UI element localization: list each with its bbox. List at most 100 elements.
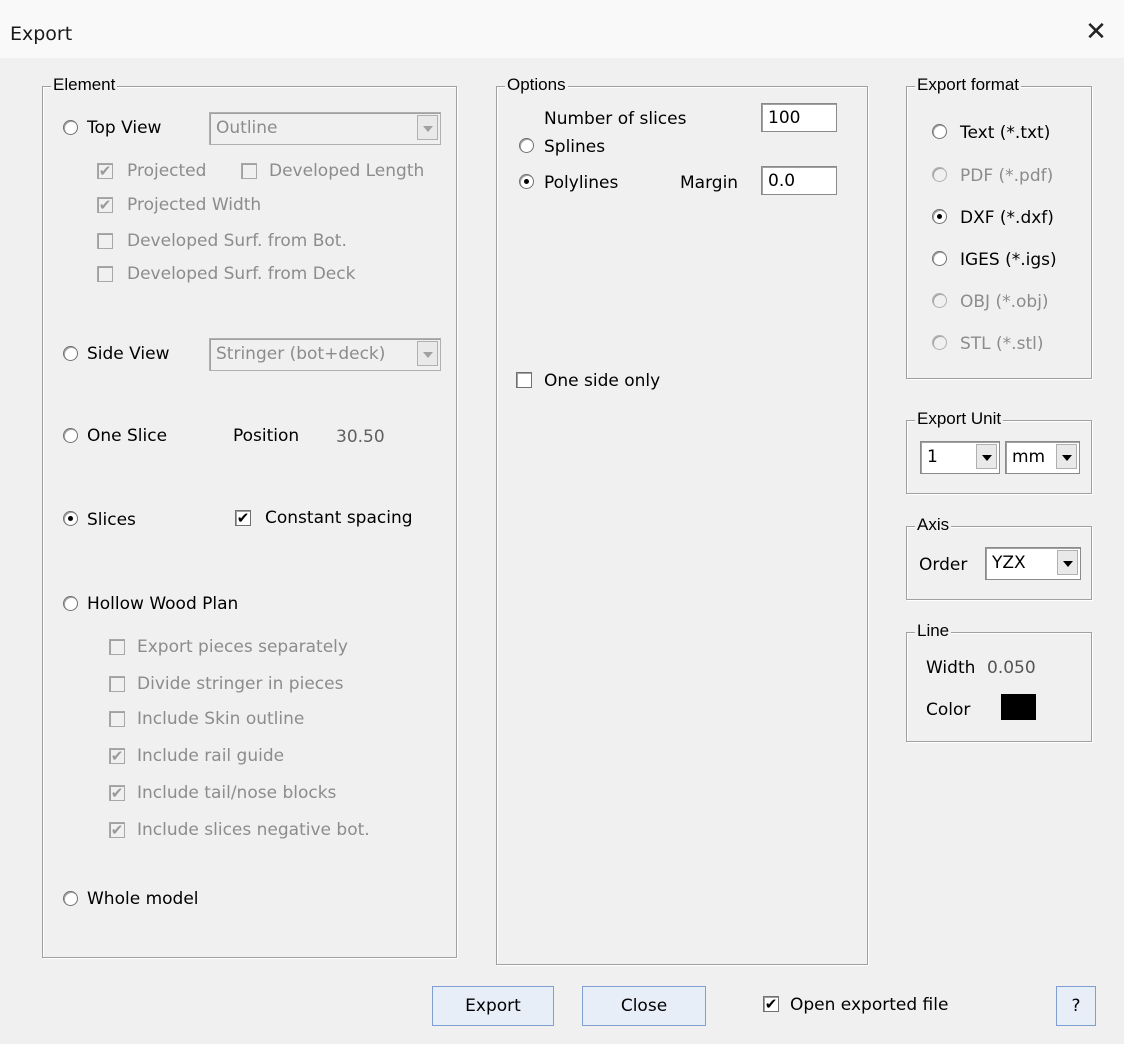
export-unit-legend: Export Unit (915, 409, 1004, 429)
hollow-opt-label: Include Skin outline (137, 709, 305, 729)
hollow-opt-label: Include slices negative bot. (137, 820, 370, 840)
unit-scale-combo[interactable]: 1 (920, 441, 1000, 474)
hollow-opt-label: Divide stringer in pieces (137, 674, 344, 694)
splines-label: Splines (544, 137, 606, 157)
axis-order-value: YZX (992, 553, 1026, 573)
dev-surf-bot-label: Developed Surf. from Bot. (127, 231, 347, 251)
hollow-opt-label: Include rail guide (137, 746, 285, 766)
open-exported-label: Open exported file (790, 995, 949, 1015)
one-slice-radio[interactable] (63, 428, 78, 443)
whole-model-label: Whole model (87, 889, 199, 909)
one-side-only-label: One side only (544, 371, 661, 391)
chevron-down-icon[interactable] (1057, 550, 1078, 575)
axis-order-combo[interactable]: YZX (985, 547, 1081, 580)
options-legend: Options (505, 75, 568, 95)
top-view-label: Top View (87, 118, 162, 138)
format-stl-radio[interactable] (932, 335, 947, 350)
export-format-group: Export format Text (*.txt) PDF (*.pdf) D… (906, 75, 1092, 379)
unit-combo[interactable]: mm (1005, 441, 1080, 474)
num-slices-input[interactable]: 100 (761, 103, 837, 132)
format-dxf-radio[interactable] (932, 209, 947, 224)
projected-checkbox[interactable]: ✔ (97, 163, 113, 179)
constant-spacing-checkbox[interactable]: ✔ (235, 510, 251, 526)
num-slices-label: Number of slices (544, 109, 687, 129)
format-igs-radio[interactable] (932, 251, 947, 266)
dev-surf-deck-label: Developed Surf. from Deck (127, 264, 356, 284)
close-button[interactable]: Close (582, 986, 706, 1026)
chevron-down-icon[interactable] (417, 115, 438, 140)
element-group: Element Top View Outline ✔ Projected Dev… (42, 75, 457, 958)
export-unit-group: Export Unit 1 mm (906, 409, 1092, 494)
one-side-only-checkbox[interactable] (516, 372, 532, 388)
top-view-combo[interactable]: Outline (209, 112, 441, 145)
format-txt-label: Text (*.txt) (960, 123, 1051, 143)
splines-radio[interactable] (519, 138, 534, 153)
format-obj-label: OBJ (*.obj) (960, 292, 1049, 312)
title-bar: Export ✕ (0, 0, 1124, 58)
polylines-label: Polylines (544, 173, 619, 193)
side-view-combo-value: Stringer (bot+deck) (216, 344, 386, 364)
projected-width-checkbox[interactable]: ✔ (97, 197, 113, 213)
hollow-opt-checkbox[interactable]: ✔ (109, 748, 125, 764)
developed-length-checkbox[interactable] (241, 163, 257, 179)
chevron-down-icon[interactable] (417, 341, 438, 366)
hollow-wood-label: Hollow Wood Plan (87, 594, 239, 614)
position-value: 30.50 (336, 427, 385, 447)
slices-radio[interactable] (63, 511, 78, 526)
help-button[interactable]: ? (1056, 986, 1096, 1026)
chevron-down-icon[interactable] (1056, 444, 1077, 469)
projected-label: Projected (127, 161, 207, 181)
order-label: Order (919, 555, 968, 575)
hollow-opt-checkbox[interactable]: ✔ (109, 785, 125, 801)
width-value: 0.050 (987, 658, 1036, 678)
open-exported-checkbox[interactable]: ✔ (763, 996, 779, 1012)
margin-input[interactable]: 0.0 (761, 166, 837, 195)
position-label: Position (233, 426, 300, 446)
side-view-combo[interactable]: Stringer (bot+deck) (209, 338, 441, 371)
chevron-down-icon[interactable] (976, 444, 997, 469)
format-txt-radio[interactable] (932, 124, 947, 139)
whole-model-radio[interactable] (63, 891, 78, 906)
export-button[interactable]: Export (432, 986, 554, 1026)
slices-label: Slices (87, 510, 136, 530)
line-legend: Line (915, 621, 952, 641)
options-group: Options Number of slices 100 Splines Pol… (496, 75, 868, 965)
window-title: Export (10, 23, 73, 45)
hollow-opt-label: Include tail/nose blocks (137, 783, 337, 803)
format-obj-radio[interactable] (932, 293, 947, 308)
element-legend: Element (51, 75, 118, 95)
color-label: Color (926, 700, 971, 720)
hollow-opt-checkbox[interactable]: ✔ (109, 822, 125, 838)
polylines-radio[interactable] (519, 174, 534, 189)
side-view-label: Side View (87, 344, 170, 364)
hollow-wood-radio[interactable] (63, 596, 78, 611)
hollow-opt-label: Export pieces separately (137, 637, 348, 657)
dev-surf-bot-checkbox[interactable] (97, 233, 113, 249)
export-format-legend: Export format (915, 75, 1022, 95)
constant-spacing-label: Constant spacing (265, 508, 413, 528)
dev-surf-deck-checkbox[interactable] (97, 266, 113, 282)
side-view-radio[interactable] (63, 346, 78, 361)
format-pdf-label: PDF (*.pdf) (960, 166, 1054, 186)
unit-scale-value: 1 (927, 447, 938, 467)
axis-legend: Axis (915, 515, 952, 535)
hollow-opt-checkbox[interactable] (109, 711, 125, 727)
format-pdf-radio[interactable] (932, 167, 947, 182)
top-view-radio[interactable] (63, 120, 78, 135)
unit-value: mm (1012, 447, 1046, 467)
one-slice-label: One Slice (87, 426, 168, 446)
projected-width-label: Projected Width (127, 195, 262, 215)
color-swatch[interactable] (1001, 694, 1036, 720)
close-icon[interactable]: ✕ (1078, 14, 1114, 50)
developed-length-label: Developed Length (269, 161, 425, 181)
line-group: Line Width 0.050 Color (906, 621, 1092, 742)
width-label: Width (926, 658, 976, 678)
export-dialog: Export ✕ Element Top View Outline ✔ Proj… (0, 0, 1124, 1044)
format-igs-label: IGES (*.igs) (960, 250, 1057, 270)
hollow-opt-checkbox[interactable] (109, 639, 125, 655)
hollow-opt-checkbox[interactable] (109, 676, 125, 692)
format-dxf-label: DXF (*.dxf) (960, 208, 1054, 228)
margin-label: Margin (680, 173, 739, 193)
axis-group: Axis Order YZX (906, 515, 1092, 600)
top-view-combo-value: Outline (216, 118, 278, 138)
